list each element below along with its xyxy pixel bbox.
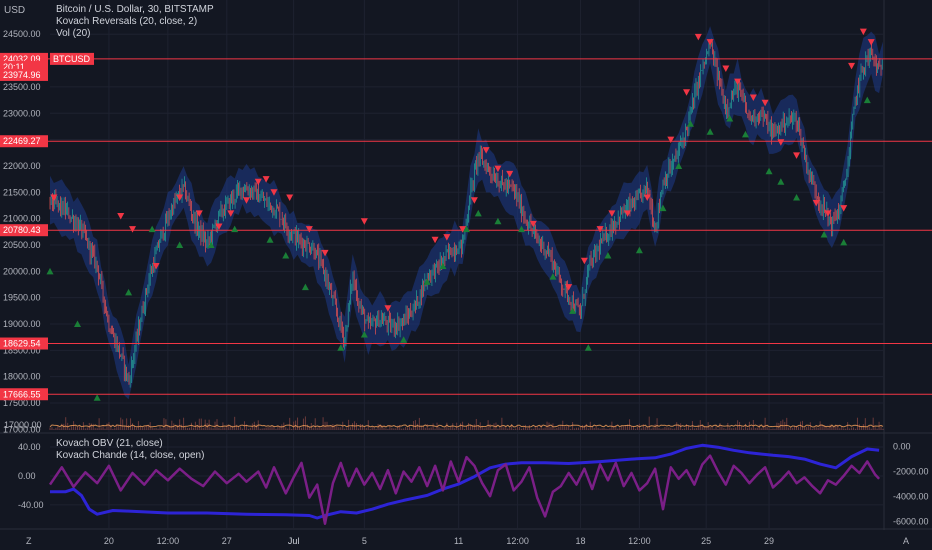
price-tag-label-4: 20780.43 xyxy=(3,225,41,235)
ind-left-tick-label: 0.00 xyxy=(18,471,36,481)
ind-right-tick-label: -4000.00 xyxy=(893,492,929,502)
legend-obv[interactable]: Kovach OBV (21, close) xyxy=(56,438,204,450)
price-tick-label: 24500.00 xyxy=(3,29,41,39)
price-tag-label-2: 23974.96 xyxy=(3,70,41,80)
time-tick-label: 18 xyxy=(575,536,585,546)
time-tick-label: 27 xyxy=(222,536,232,546)
currency-label: USD xyxy=(4,5,26,16)
ind-right-tick-label: 0.00 xyxy=(893,442,911,452)
legend-volume[interactable]: Vol (20) xyxy=(56,28,214,40)
price-tick-label: 23500.00 xyxy=(3,82,41,92)
price-tick-label: 19000.00 xyxy=(3,319,41,329)
price-tick-label: 18000.00 xyxy=(3,372,41,382)
indicator-legend: Kovach OBV (21, close) Kovach Chande (14… xyxy=(56,438,204,462)
price-tag-label-5: 18629.54 xyxy=(3,339,41,349)
time-tick-label: 12:00 xyxy=(157,536,180,546)
price-tick-label: 21000.00 xyxy=(3,214,41,224)
time-tick-label: 20 xyxy=(104,536,114,546)
auto-scale-button[interactable]: A xyxy=(903,536,909,546)
symbol-tag-label: BTCUSD xyxy=(53,54,91,64)
price-tag-label-3: 22469.27 xyxy=(3,136,41,146)
time-tick-label: 29 xyxy=(764,536,774,546)
main-legend: Bitcoin / U.S. Dollar, 30, BITSTAMP Kova… xyxy=(56,4,214,40)
chart-root: 24500.0023500.0023000.0022500.0022000.00… xyxy=(0,0,932,550)
price-tag-label-6: 17666.55 xyxy=(3,389,41,399)
time-tick-label: Jul xyxy=(288,536,300,546)
ind-right-tick-label: -2000.00 xyxy=(893,467,929,477)
price-tick-label: 22000.00 xyxy=(3,161,41,171)
time-tick-label: 25 xyxy=(701,536,711,546)
legend-reversals[interactable]: Kovach Reversals (20, close, 2) xyxy=(56,16,214,28)
time-tick-label: 12:00 xyxy=(506,536,529,546)
ind-left-tick-label: 40.00 xyxy=(18,442,41,452)
price-tick-label: 19500.00 xyxy=(3,293,41,303)
time-tick-label: 11 xyxy=(454,536,463,546)
ind-right-tick-label: -6000.00 xyxy=(893,517,929,527)
ind-left-tick-label: -40.00 xyxy=(18,500,44,510)
price-tick-label: 21500.00 xyxy=(3,187,41,197)
chart-canvas[interactable]: 24500.0023500.0023000.0022500.0022000.00… xyxy=(0,0,932,550)
time-tick-label: 12:00 xyxy=(628,536,651,546)
price-tick-label: 20500.00 xyxy=(3,240,41,250)
timezone-button[interactable]: Z xyxy=(26,536,32,546)
time-tick-label: 5 xyxy=(362,536,367,546)
price-tick-label-bottom: 17000.00 xyxy=(4,420,42,430)
legend-symbol[interactable]: Bitcoin / U.S. Dollar, 30, BITSTAMP xyxy=(56,4,214,16)
price-tick-label: 20000.00 xyxy=(3,266,41,276)
price-tick-label: 23000.00 xyxy=(3,108,41,118)
background xyxy=(0,0,932,550)
legend-chande[interactable]: Kovach Chande (14, close, open) xyxy=(56,450,204,462)
